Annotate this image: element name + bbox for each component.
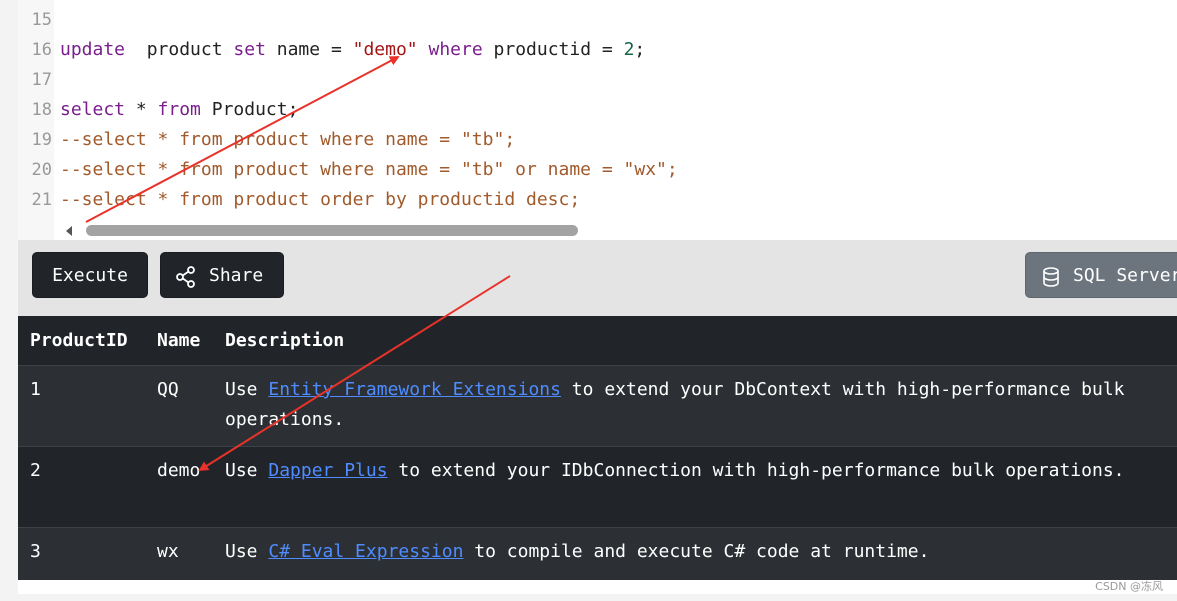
code-text: --select * from product where name = "tb… bbox=[60, 159, 678, 180]
code-line[interactable]: 21 --select * from product order by produ… bbox=[18, 185, 1177, 215]
table-row: 1 QQ Use Entity Framework Extensions to … bbox=[18, 366, 1177, 447]
share-label: Share bbox=[209, 265, 264, 286]
description-text: to extend your IDbConnection with high-p… bbox=[387, 460, 1125, 481]
sql-playground: 15 16 update product set name = "demo" whe… bbox=[18, 0, 1177, 594]
code-text: update product set name = "demo" where p… bbox=[60, 39, 645, 60]
cell-name: wx bbox=[157, 541, 179, 562]
column-header-name: Name bbox=[157, 330, 201, 351]
table-row: 2 demo Use Dapper Plus to extend your ID… bbox=[18, 447, 1177, 528]
code-line[interactable]: 19 --select * from product where name = "… bbox=[18, 125, 1177, 155]
code-token: --select * from product where name = "tb… bbox=[60, 159, 678, 180]
cell-name: QQ bbox=[157, 379, 179, 400]
code-token: ; bbox=[634, 39, 646, 60]
scrollbar-thumb[interactable] bbox=[86, 225, 578, 236]
share-icon bbox=[176, 266, 195, 288]
line-number: 17 bbox=[31, 70, 52, 90]
execute-button[interactable]: Execute bbox=[32, 252, 148, 298]
cell-description: Use Dapper Plus to extend your IDbConnec… bbox=[225, 456, 1175, 486]
line-number: 15 bbox=[31, 10, 52, 30]
description-text: Use bbox=[225, 379, 269, 400]
line-number: 16 bbox=[31, 40, 52, 60]
code-token: productid = bbox=[482, 39, 624, 60]
code-token: Product; bbox=[200, 99, 299, 120]
entity-framework-extensions-link[interactable]: Entity Framework Extensions bbox=[268, 379, 561, 400]
database-icon bbox=[1043, 267, 1059, 287]
scroll-left-arrow-icon[interactable] bbox=[66, 226, 72, 236]
code-token: where bbox=[428, 39, 483, 60]
code-text: select * from Product; bbox=[60, 99, 298, 120]
code-token: name = bbox=[265, 39, 353, 60]
code-token: from bbox=[157, 99, 201, 120]
description-text: to compile and execute C# code at runtim… bbox=[463, 541, 930, 562]
line-number: 21 bbox=[31, 190, 52, 210]
column-header-productid: ProductID bbox=[30, 330, 128, 351]
line-number: 19 bbox=[31, 130, 52, 150]
sql-editor[interactable]: 15 16 update product set name = "demo" whe… bbox=[18, 0, 1177, 240]
code-token: * bbox=[125, 99, 158, 120]
share-button[interactable]: Share bbox=[160, 252, 284, 298]
column-header-description: Description bbox=[225, 330, 345, 351]
line-number: 18 bbox=[31, 100, 52, 120]
code-line[interactable]: 20 --select * from product where name = "… bbox=[18, 155, 1177, 185]
cell-name: demo bbox=[157, 460, 201, 481]
dapper-plus-link[interactable]: Dapper Plus bbox=[268, 460, 387, 481]
results-table: ProductID Name Description 1 QQ Use Enti… bbox=[18, 316, 1177, 580]
cell-productid: 3 bbox=[30, 541, 41, 562]
cell-description: Use Entity Framework Extensions to exten… bbox=[225, 375, 1175, 435]
watermark: CSDN @冻风 bbox=[1095, 580, 1163, 593]
cell-description: Use C# Eval Expression to compile and ex… bbox=[225, 537, 1175, 567]
code-token: --select * from product order by product… bbox=[60, 189, 581, 210]
code-token: --select * from product where name = "tb… bbox=[60, 129, 516, 150]
line-number: 20 bbox=[31, 160, 52, 180]
code-line[interactable]: 17 bbox=[18, 65, 1177, 95]
horizontal-scrollbar[interactable] bbox=[62, 224, 1177, 238]
cell-productid: 1 bbox=[30, 379, 41, 400]
database-selector-button[interactable]: SQL Server bbox=[1025, 252, 1177, 298]
code-text: --select * from product where name = "tb… bbox=[60, 129, 515, 150]
code-token: "demo" bbox=[352, 39, 418, 60]
code-line[interactable]: 16 update product set name = "demo" where… bbox=[18, 35, 1177, 65]
code-token: set bbox=[233, 39, 266, 60]
description-text: Use bbox=[225, 460, 269, 481]
table-header: ProductID Name Description bbox=[18, 316, 1177, 366]
cell-productid: 2 bbox=[30, 460, 41, 481]
table-row: 3 wx Use C# Eval Expression to compile a… bbox=[18, 528, 1177, 580]
code-token: product bbox=[125, 39, 234, 60]
code-token: update bbox=[60, 39, 126, 60]
toolbar: Execute Share SQL Server bbox=[18, 240, 1177, 316]
database-label: SQL Server bbox=[1073, 265, 1177, 286]
code-token: 2 bbox=[623, 39, 635, 60]
csharp-eval-expression-link[interactable]: C# Eval Expression bbox=[268, 541, 463, 562]
code-text: --select * from product order by product… bbox=[60, 189, 580, 210]
description-text: Use bbox=[225, 541, 269, 562]
code-line[interactable]: 15 bbox=[18, 5, 1177, 35]
code-line[interactable]: 18 select * from Product; bbox=[18, 95, 1177, 125]
code-token: select bbox=[60, 99, 126, 120]
